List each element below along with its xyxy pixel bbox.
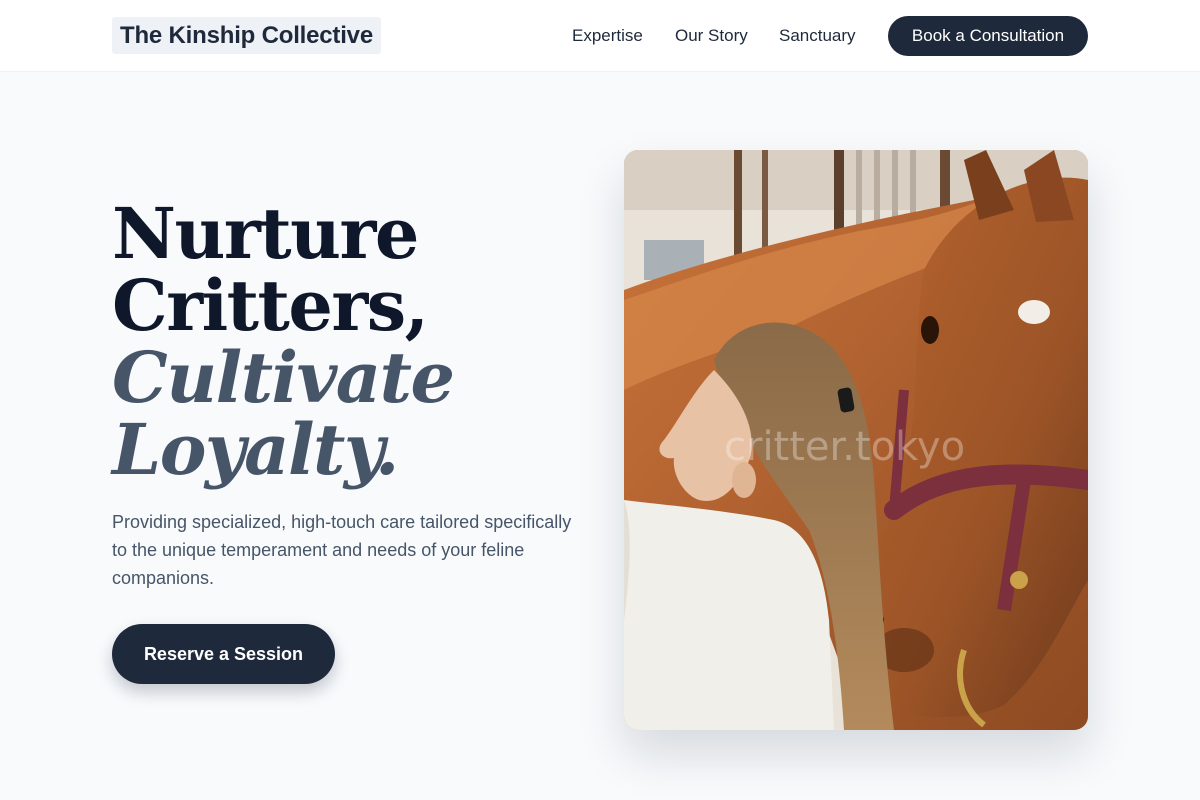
headline-line-3: Cultivate [112, 336, 455, 419]
horse-and-handler-illustration: critter.tokyo [624, 150, 1088, 730]
headline-line-2: Critters, [112, 264, 429, 347]
nav-link-our-story[interactable]: Our Story [675, 25, 748, 47]
nav-link-expertise[interactable]: Expertise [572, 25, 643, 47]
hero-headline: Nurture Critters, Cultivate Loyalty. [112, 198, 592, 486]
book-consultation-button[interactable]: Book a Consultation [888, 16, 1088, 56]
headline-line-1: Nurture [112, 192, 419, 275]
image-watermark: critter.tokyo [724, 424, 965, 470]
hero-image: critter.tokyo [624, 150, 1088, 730]
headline-line-4: Loyalty. [112, 408, 399, 491]
nav-link-sanctuary[interactable]: Sanctuary [779, 25, 856, 47]
reserve-session-button[interactable]: Reserve a Session [112, 624, 335, 684]
site-header: The Kinship Collective Expertise Our Sto… [0, 0, 1200, 72]
hero-description: Providing specialized, high-touch care t… [112, 512, 572, 588]
